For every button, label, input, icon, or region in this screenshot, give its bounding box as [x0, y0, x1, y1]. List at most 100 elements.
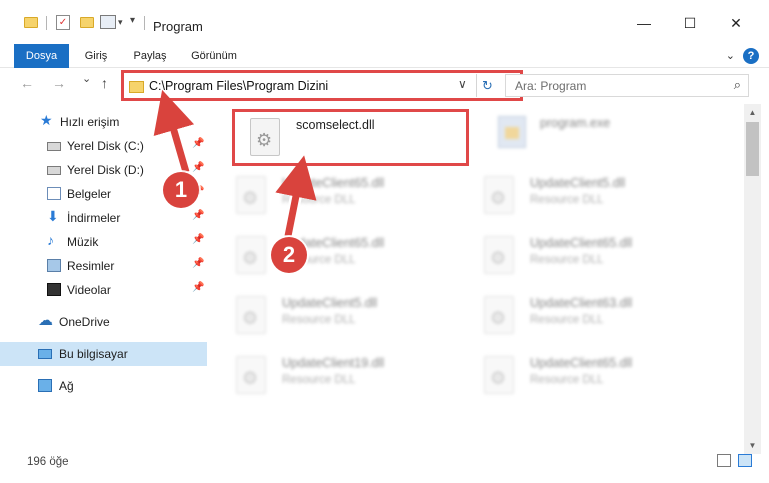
- chevron-down-icon[interactable]: ▾: [118, 17, 123, 28]
- item-count: 196 öğe: [27, 456, 69, 468]
- file-item-program-exe[interactable]: program.exe: [482, 108, 722, 164]
- sidebar-item-label: Bu bilgisayar: [59, 347, 128, 361]
- dll-file-icon: ⚙: [236, 356, 266, 394]
- file-item[interactable]: ⚙ UpdateClient65.dll Resource DLL: [220, 168, 460, 224]
- gear-icon: ⚙: [490, 308, 507, 328]
- sidebar-item-label: Ağ: [59, 379, 74, 393]
- recent-locations-button[interactable]: ⌄: [82, 72, 91, 85]
- large-icons-view-icon[interactable]: [738, 454, 752, 467]
- dll-file-icon: ⚙: [236, 296, 266, 334]
- up-button[interactable]: ↑: [101, 75, 108, 91]
- search-placeholder: Ara: Program: [515, 79, 587, 93]
- file-name: UpdateClient63.dll: [530, 296, 633, 310]
- file-item[interactable]: ⚙ UpdateClient5.dll Resource DLL: [220, 288, 460, 344]
- file-item[interactable]: ⚙ UpdateClient63.dll Resource DLL: [468, 288, 708, 344]
- sidebar-item-label: Yerel Disk (C:): [67, 139, 144, 153]
- dll-file-icon: ⚙: [484, 176, 514, 214]
- tab-home[interactable]: Giriş: [78, 44, 114, 68]
- folder-icon: [129, 81, 144, 93]
- sidebar-item-pictures[interactable]: Resimler 📌: [0, 254, 207, 278]
- close-button[interactable]: ✕: [713, 8, 759, 38]
- documents-icon: [47, 187, 61, 200]
- address-bar[interactable]: C:\Program Files\Program Dizini ∨ ↻: [121, 70, 523, 101]
- maximize-button[interactable]: ☐: [667, 8, 713, 38]
- help-icon[interactable]: ?: [743, 48, 759, 64]
- pin-icon[interactable]: 📌: [192, 162, 204, 173]
- gear-icon: ⚙: [242, 248, 259, 268]
- tab-view[interactable]: Görünüm: [184, 44, 244, 68]
- drive-icon: [47, 166, 61, 175]
- computer-icon: [38, 349, 52, 359]
- customize-icon[interactable]: [100, 15, 116, 29]
- new-folder-icon[interactable]: [80, 17, 94, 28]
- pin-icon[interactable]: 📌: [192, 138, 204, 149]
- sidebar-item-label: Müzik: [67, 235, 99, 249]
- sidebar-item-quick-access[interactable]: ★ Hızlı erişim: [0, 110, 207, 134]
- sidebar-item-downloads[interactable]: ⬇ İndirmeler 📌: [0, 206, 207, 230]
- pin-icon[interactable]: 📌: [192, 282, 204, 293]
- forward-button[interactable]: →: [52, 75, 66, 91]
- sidebar-item-label: Yerel Disk (D:): [67, 163, 144, 177]
- status-bar: 196 öğe: [0, 454, 769, 483]
- dll-file-icon: ⚙: [236, 236, 266, 274]
- file-name: UpdateClient65.dll: [530, 356, 633, 370]
- file-name: UpdateClient5.dll: [282, 296, 378, 310]
- sidebar-item-videos[interactable]: Videolar 📌: [0, 278, 207, 302]
- sidebar-item-local-disk-c[interactable]: Yerel Disk (C:) 📌: [0, 134, 207, 158]
- scroll-down-icon[interactable]: ▼: [744, 437, 761, 454]
- file-type: Resource DLL: [530, 374, 604, 386]
- gear-icon: ⚙: [242, 368, 259, 388]
- sidebar-item-network[interactable]: Ağ: [0, 374, 207, 398]
- pin-icon[interactable]: 📌: [192, 258, 204, 269]
- file-item[interactable]: ⚙ UpdateClient65.dll Resource DLL: [220, 228, 460, 284]
- search-input[interactable]: Ara: Program ⌕: [505, 74, 749, 97]
- refresh-button[interactable]: ↻: [476, 74, 498, 97]
- chevron-down-icon[interactable]: ⌄: [726, 49, 735, 62]
- pin-icon[interactable]: 📌: [192, 234, 204, 245]
- gear-icon: ⚙: [490, 188, 507, 208]
- file-name: program.exe: [540, 116, 611, 130]
- tab-file[interactable]: Dosya: [14, 44, 69, 68]
- back-button[interactable]: ←: [20, 75, 34, 91]
- address-path[interactable]: C:\Program Files\Program Dizini: [149, 79, 328, 93]
- file-name: UpdateClient19.dll: [282, 356, 385, 370]
- gear-icon: ⚙: [242, 308, 259, 328]
- divider: [46, 16, 47, 30]
- quick-access-dropdown-icon[interactable]: ▾: [130, 15, 135, 26]
- highlight-box-file: [232, 109, 469, 166]
- file-type: Resource DLL: [282, 314, 356, 326]
- file-item[interactable]: ⚙ UpdateClient65.dll Resource DLL: [468, 348, 708, 404]
- onedrive-icon: ☁: [38, 312, 53, 329]
- address-dropdown-button[interactable]: ∨: [458, 77, 467, 91]
- properties-icon[interactable]: ✓: [56, 15, 70, 30]
- sidebar-item-music[interactable]: ♪ Müzik 📌: [0, 230, 207, 254]
- scrollbar-thumb[interactable]: [746, 122, 759, 176]
- file-item[interactable]: ⚙ UpdateClient65.dll Resource DLL: [468, 228, 708, 284]
- sidebar-item-label: Belgeler: [67, 187, 112, 201]
- callout-badge-1: 1: [163, 172, 199, 208]
- file-type: Resource DLL: [282, 374, 356, 386]
- file-type: Resource DLL: [530, 194, 604, 206]
- file-item[interactable]: ⚙ UpdateClient19.dll Resource DLL: [220, 348, 460, 404]
- pin-icon[interactable]: 📌: [192, 210, 204, 221]
- gear-icon: ⚙: [490, 368, 507, 388]
- sidebar-item-onedrive[interactable]: ☁ OneDrive: [0, 310, 207, 334]
- scroll-up-icon[interactable]: ▲: [744, 104, 761, 121]
- file-item[interactable]: ⚙ UpdateClient5.dll Resource DLL: [468, 168, 708, 224]
- sidebar-item-label: Resimler: [67, 259, 115, 273]
- callout-badge-2: 2: [271, 237, 307, 273]
- title-bar: ✓ ▾ ▾ Program — ☐ ✕: [0, 0, 769, 44]
- vertical-scrollbar[interactable]: ▲ ▼: [744, 104, 761, 454]
- drive-icon: [47, 142, 61, 151]
- tab-share[interactable]: Paylaş: [126, 44, 174, 68]
- file-type: Resource DLL: [282, 194, 356, 206]
- dll-file-icon: ⚙: [484, 296, 514, 334]
- minimize-button[interactable]: —: [621, 8, 667, 38]
- search-icon[interactable]: ⌕: [734, 77, 741, 93]
- details-view-icon[interactable]: [717, 454, 731, 467]
- sidebar-item-this-pc[interactable]: Bu bilgisayar: [0, 342, 207, 366]
- file-name: UpdateClient5.dll: [530, 176, 626, 190]
- sidebar-item-label: OneDrive: [59, 315, 110, 329]
- gear-icon: ⚙: [490, 248, 507, 268]
- network-icon: [38, 379, 52, 392]
